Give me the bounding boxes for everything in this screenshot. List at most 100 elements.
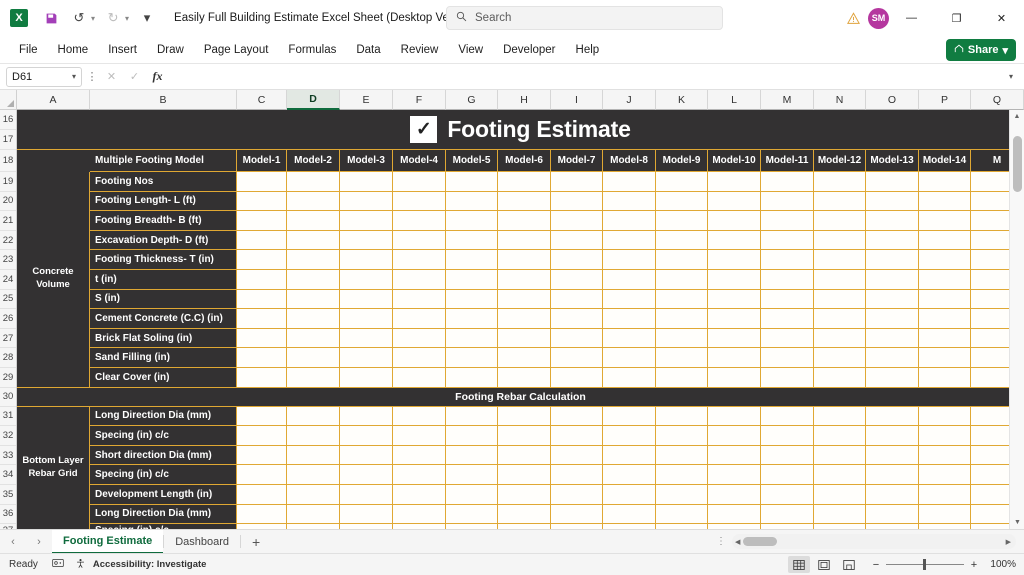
input-cell[interactable] (656, 348, 708, 368)
input-cell[interactable] (603, 445, 656, 466)
row-header-34[interactable]: 34 (0, 465, 16, 485)
input-cell[interactable] (551, 465, 603, 485)
input-cell[interactable] (919, 269, 971, 290)
expand-formula-bar-icon[interactable]: ▾ (1004, 72, 1018, 81)
input-cell[interactable] (814, 348, 866, 368)
scroll-right-icon[interactable]: ▶ (1006, 538, 1011, 546)
input-cell[interactable] (761, 250, 814, 270)
select-all-corner[interactable] (0, 90, 17, 110)
record-macro-icon[interactable] (52, 558, 64, 571)
model-header-5[interactable]: Model-5 (446, 150, 498, 172)
ribbon-tab-review[interactable]: Review (392, 41, 448, 59)
input-cell[interactable] (866, 504, 919, 525)
row-header-23[interactable]: 23 (0, 250, 16, 270)
input-cell[interactable] (393, 269, 446, 290)
input-cell[interactable] (446, 328, 498, 349)
warning-icon[interactable] (840, 5, 866, 31)
redo-icon[interactable]: ↻ (100, 6, 126, 30)
formula-bar-more-icon[interactable]: ⋮ (86, 70, 98, 83)
input-cell[interactable] (340, 172, 393, 192)
input-cell[interactable] (446, 289, 498, 310)
input-cell[interactable] (393, 191, 446, 212)
model-header-9[interactable]: Model-9 (656, 150, 708, 172)
input-cell[interactable] (551, 269, 603, 290)
model-header-6[interactable]: Model-6 (498, 150, 551, 172)
input-cell[interactable] (287, 230, 340, 251)
input-cell[interactable] (656, 406, 708, 427)
input-cell[interactable] (393, 406, 446, 427)
input-cell[interactable] (708, 445, 761, 466)
input-cell[interactable] (603, 191, 656, 212)
ribbon-tab-home[interactable]: Home (49, 41, 98, 59)
input-cell[interactable] (971, 348, 1009, 368)
column-header-i[interactable]: I (551, 90, 603, 110)
input-cell[interactable] (971, 250, 1009, 270)
row-header-25[interactable]: 25 (0, 289, 16, 310)
sheet-tab-footing-estimate[interactable]: Footing Estimate (52, 529, 164, 554)
input-cell[interactable] (761, 484, 814, 505)
input-cell[interactable] (340, 406, 393, 427)
input-cell[interactable] (498, 367, 551, 388)
input-cell[interactable] (340, 211, 393, 231)
input-cell[interactable] (287, 250, 340, 270)
input-cell[interactable] (866, 328, 919, 349)
input-cell[interactable] (919, 211, 971, 231)
ribbon-tab-help[interactable]: Help (567, 41, 609, 59)
column-header-g[interactable]: G (446, 90, 498, 110)
input-cell[interactable] (656, 465, 708, 485)
accessibility-status[interactable]: Accessibility: Investigate (93, 559, 207, 570)
input-cell[interactable] (866, 445, 919, 466)
column-header-h[interactable]: H (498, 90, 551, 110)
input-cell[interactable] (814, 426, 866, 446)
input-cell[interactable] (446, 348, 498, 368)
column-header-k[interactable]: K (656, 90, 708, 110)
input-cell[interactable] (340, 426, 393, 446)
input-cell[interactable] (237, 406, 287, 427)
input-cell[interactable] (446, 484, 498, 505)
input-cell[interactable] (656, 289, 708, 310)
input-cell[interactable] (656, 250, 708, 270)
model-header-11[interactable]: Model-11 (761, 150, 814, 172)
input-cell[interactable] (708, 465, 761, 485)
input-cell[interactable] (919, 309, 971, 329)
input-cell[interactable] (393, 504, 446, 525)
input-cell[interactable] (761, 348, 814, 368)
input-cell[interactable] (708, 504, 761, 525)
input-cell[interactable] (498, 269, 551, 290)
input-cell[interactable] (866, 191, 919, 212)
input-cell[interactable] (866, 172, 919, 192)
input-cell[interactable] (814, 406, 866, 427)
input-cell[interactable] (656, 426, 708, 446)
input-cell[interactable] (761, 289, 814, 310)
input-cell[interactable] (761, 269, 814, 290)
input-cell[interactable] (708, 172, 761, 192)
row-header-16[interactable]: 16 (0, 110, 16, 130)
input-cell[interactable] (656, 484, 708, 505)
row-label-2[interactable]: Footing Breadth- B (ft) (90, 211, 237, 231)
input-cell[interactable] (237, 348, 287, 368)
input-cell[interactable] (551, 484, 603, 505)
column-header-e[interactable]: E (340, 90, 393, 110)
avatar[interactable]: SM (868, 7, 889, 29)
input-cell[interactable] (656, 191, 708, 212)
input-cell[interactable] (761, 465, 814, 485)
input-cell[interactable] (814, 445, 866, 466)
input-cell[interactable] (814, 309, 866, 329)
row-label-rebar-3[interactable]: Specing (in) c/c (90, 465, 237, 485)
input-cell[interactable] (708, 367, 761, 388)
vertical-scrollbar[interactable]: ▲ ▼ (1009, 110, 1024, 529)
input-cell[interactable] (866, 465, 919, 485)
input-cell[interactable] (814, 230, 866, 251)
input-cell[interactable] (551, 211, 603, 231)
input-cell[interactable] (919, 367, 971, 388)
share-button[interactable]: Share ▾ (945, 39, 1016, 61)
input-cell[interactable] (340, 445, 393, 466)
input-cell[interactable] (814, 484, 866, 505)
input-cell[interactable] (814, 172, 866, 192)
row-label-0[interactable]: Footing Nos (90, 172, 237, 192)
input-cell[interactable] (919, 484, 971, 505)
input-cell[interactable] (498, 172, 551, 192)
input-cell[interactable] (971, 465, 1009, 485)
input-cell[interactable] (656, 211, 708, 231)
input-cell[interactable] (814, 328, 866, 349)
